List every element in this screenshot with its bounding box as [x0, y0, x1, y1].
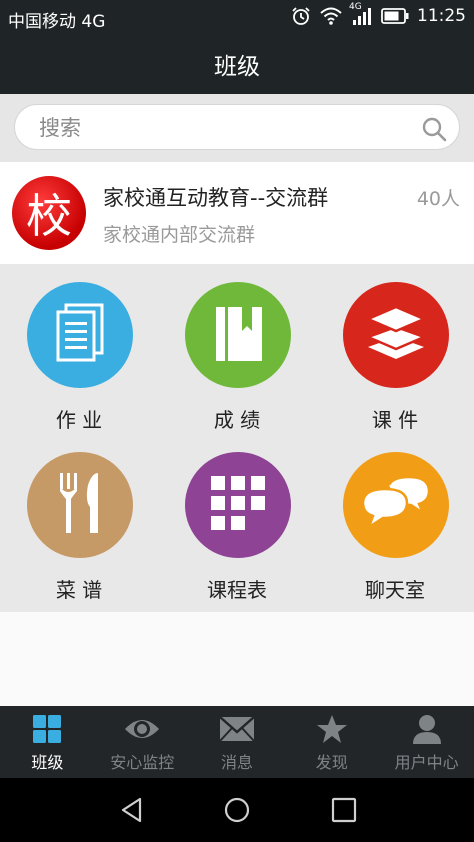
home-icon[interactable]: [223, 796, 251, 828]
chatroom-circle: [343, 452, 449, 558]
bottom-tab-bar: 班级 安心监控 消息 发现 用户中心: [0, 706, 474, 778]
feature-grades[interactable]: 成 绩: [158, 264, 316, 434]
search-box[interactable]: [14, 104, 460, 150]
clock-time: 11:25: [417, 6, 466, 26]
homework-circle: [27, 282, 133, 388]
courseware-circle: [343, 282, 449, 388]
status-bar: 中国移动 4G 4G 11:25: [0, 0, 474, 34]
group-avatar-char: 校: [26, 189, 72, 243]
alarm-icon: [291, 6, 311, 26]
tab-label: 班级: [31, 753, 64, 772]
grades-book-icon: [210, 303, 266, 367]
feature-label: 成 绩: [213, 408, 261, 432]
tab-class[interactable]: 班级: [0, 706, 95, 778]
page-title: 班级: [214, 54, 260, 80]
tab-label: 发现: [315, 753, 348, 772]
recent-apps-icon[interactable]: [330, 796, 358, 828]
search-icon[interactable]: [421, 116, 447, 146]
tab-label: 安心监控: [110, 753, 175, 772]
class-grid-icon: [32, 714, 62, 748]
feature-label: 课 件: [371, 408, 419, 432]
network-type-label: 4G: [349, 2, 362, 12]
signal-icon: 4G: [349, 2, 373, 26]
tab-messages[interactable]: 消息: [190, 706, 285, 778]
homework-document-icon: [52, 303, 108, 367]
wifi-icon: [319, 6, 343, 26]
battery-icon: [381, 7, 409, 25]
feature-schedule[interactable]: 课程表: [158, 434, 316, 604]
tab-monitor[interactable]: 安心监控: [95, 706, 190, 778]
courseware-layers-icon: [364, 305, 428, 365]
schedule-grid-icon: [208, 473, 268, 537]
menu-fork-knife-icon: [52, 471, 108, 539]
feature-label: 聊天室: [365, 578, 425, 602]
feature-grid: 作 业 成 绩 课 件 菜 谱 课程表 聊天室: [0, 264, 474, 612]
feature-label: 作 业: [55, 408, 103, 432]
carrier-label: 中国移动 4G: [8, 12, 106, 32]
back-icon[interactable]: [118, 796, 146, 828]
eye-icon: [124, 714, 160, 748]
group-list-item[interactable]: 校 家校通互动教育--交流群 家校通内部交流群 40人: [0, 162, 474, 264]
user-icon: [412, 714, 442, 748]
chat-bubbles-icon: [361, 475, 431, 535]
group-avatar: 校: [12, 176, 86, 250]
grades-circle: [185, 282, 291, 388]
star-icon: [316, 714, 348, 748]
feature-label: 课程表: [207, 578, 267, 602]
feature-menu[interactable]: 菜 谱: [0, 434, 158, 604]
search-input[interactable]: [39, 111, 399, 145]
system-navigation-bar: [0, 778, 474, 842]
empty-content-area: [0, 612, 474, 706]
feature-label: 菜 谱: [55, 578, 103, 602]
tab-label: 用户中心: [394, 753, 459, 772]
group-member-count: 40人: [416, 188, 460, 210]
title-bar: 班级: [0, 34, 474, 94]
feature-courseware[interactable]: 课 件: [316, 264, 474, 434]
group-description: 家校通内部交流群: [103, 224, 256, 246]
tab-label: 消息: [220, 753, 253, 772]
tab-user-center[interactable]: 用户中心: [379, 706, 474, 778]
feature-homework[interactable]: 作 业: [0, 264, 158, 434]
menu-circle: [27, 452, 133, 558]
schedule-circle: [185, 452, 291, 558]
tab-discover[interactable]: 发现: [284, 706, 379, 778]
envelope-icon: [219, 714, 255, 748]
group-name: 家校通互动教育--交流群: [103, 186, 329, 210]
search-area: [0, 94, 474, 162]
feature-chatroom[interactable]: 聊天室: [316, 434, 474, 604]
status-icons: 4G 11:25: [291, 2, 466, 26]
